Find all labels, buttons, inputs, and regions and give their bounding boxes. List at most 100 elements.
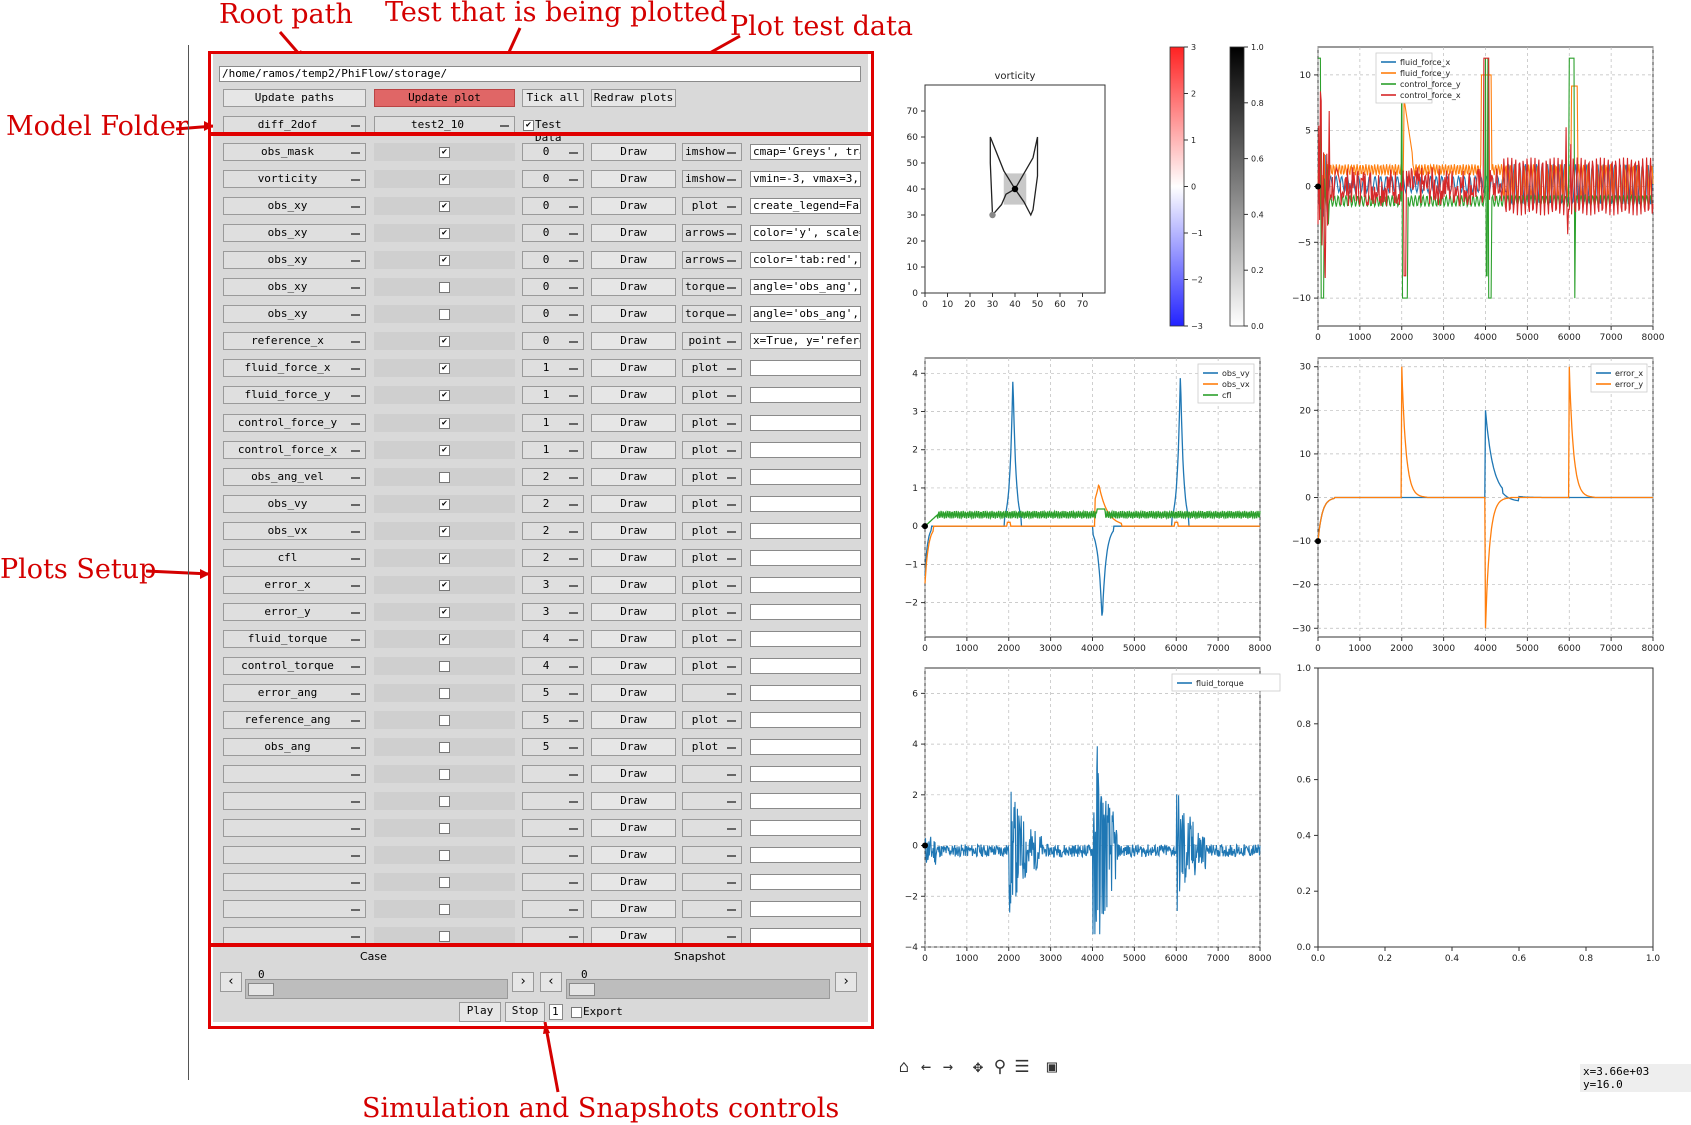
forward-icon[interactable]: → [938,1057,958,1077]
y-tick-label: −1 [905,560,918,570]
y-tick-label: 0.4 [1297,831,1312,841]
colorbar-tick-label: 0.4 [1251,210,1264,219]
colorbar-tick-label: 2 [1191,90,1196,99]
y-tick-label: 10 [907,263,919,273]
legend-label: control_force_y [1400,80,1461,89]
window-divider [188,45,189,1080]
y-tick-label: 20 [1300,406,1312,416]
highlight-top [208,51,874,135]
x-tick-label: 20 [964,300,976,310]
x-tick-label: 4000 [1474,644,1497,654]
y-tick-label: 20 [907,237,919,247]
x-tick-label: 4000 [1081,954,1104,964]
x-tick-label: 0 [1315,333,1321,343]
colorbar-tick-label: 0 [1191,183,1196,192]
axes-frame [1317,667,1654,948]
y-tick-label: 3 [912,408,918,418]
y-tick-label: −10 [1292,537,1311,547]
x-tick-label: 8000 [1642,644,1665,654]
y-tick-label: 0 [912,842,918,852]
x-tick-label: 1000 [1348,333,1371,343]
x-tick-label: 3000 [1039,644,1062,654]
x-tick-label: 0 [922,644,928,654]
y-tick-label: −2 [905,892,918,902]
y-tick-label: 4 [912,369,918,379]
legend-label: error_y [1615,380,1643,389]
x-tick-label: 1000 [955,644,978,654]
x-tick-label: 5000 [1123,644,1146,654]
save-icon[interactable]: ▣ [1042,1057,1062,1077]
x-tick-label: 50 [1032,300,1044,310]
y-tick-label: −10 [1292,294,1311,304]
colorbar-tick-label: 0.6 [1251,155,1264,164]
plot-figure[interactable]: vorticity0 10 20 30 40 50 60 700102030405060703… [880,40,1691,1040]
marker-point [1315,183,1321,190]
y-tick-label: 60 [907,133,919,143]
colorbar-tick-label: −3 [1191,322,1203,331]
y-tick-label: 30 [1300,363,1312,373]
colorbar [1169,46,1185,327]
configure-icon[interactable]: ☰ [1012,1057,1032,1077]
legend-label: fluid_force_x [1400,58,1451,67]
colorbar-tick-label: −1 [1191,229,1203,238]
x-tick-label: 1.0 [1646,954,1661,964]
x-tick-label: 5000 [1123,954,1146,964]
y-tick-label: 1.0 [1297,664,1312,674]
x-tick-label: 4000 [1474,333,1497,343]
y-tick-label: 40 [907,185,919,195]
y-tick-label: 10 [1300,450,1312,460]
x-tick-label: 0.0 [1311,954,1326,964]
x-tick-label: 6000 [1558,644,1581,654]
x-tick-label: 5000 [1516,333,1539,343]
forces-axes: 0 1000 2000 3000 4000 5000 6000 7000 8000 10 5 0 −5 −… [1292,46,1665,343]
x-tick-label: 60 [1054,300,1066,310]
back-icon[interactable]: ← [916,1057,936,1077]
x-tick-label: 0.2 [1378,954,1392,964]
x-tick-label: 8000 [1642,333,1665,343]
x-tick-label: 7000 [1207,644,1230,654]
colorbar-tick-label: 0.8 [1251,99,1264,108]
x-tick-label: 6000 [1558,333,1581,343]
torque-axes: 0 1000 2000 3000 4000 5000 6000 7000 8000 6 4 2 0 −2 −… [905,667,1281,964]
y-tick-label: 2 [912,446,918,456]
colorbar-tick-label: 0.2 [1251,266,1264,275]
x-tick-label: 0 [922,954,928,964]
pan-icon[interactable]: ✥ [968,1057,988,1077]
y-tick-label: −5 [1298,238,1311,248]
y-tick-label: 5 [1305,127,1311,137]
x-tick-label: 1000 [1348,644,1371,654]
highlight-controls [208,944,874,1029]
y-tick-label: −30 [1292,624,1311,634]
marker-point [922,523,928,530]
zoom-icon[interactable]: ⚲ [990,1057,1010,1077]
x-tick-label: 7000 [1600,644,1623,654]
legend-label: obs_vx [1222,380,1250,389]
y-tick-label: 30 [907,211,919,221]
y-tick-label: −2 [905,599,918,609]
x-tick-label: 3000 [1039,954,1062,964]
chart-title: vorticity [995,71,1036,82]
x-tick-label: 7000 [1600,333,1623,343]
legend-label: fluid_torque [1196,679,1244,688]
x-tick-label: 6000 [1165,954,1188,964]
legend-label: error_x [1615,369,1643,378]
x-tick-label: 70 [1077,300,1089,310]
x-tick-label: 8000 [1249,954,1272,964]
legend-label: obs_vy [1222,369,1250,378]
home-icon[interactable]: ⌂ [894,1057,914,1077]
y-tick-label: 50 [907,159,919,169]
x-tick-label: 3000 [1432,333,1455,343]
marker-point [922,842,928,849]
y-tick-label: 70 [907,107,919,117]
y-tick-label: 6 [912,689,918,699]
x-tick-label: 2000 [997,954,1020,964]
x-tick-label: 0.6 [1512,954,1527,964]
x-tick-label: 5000 [1516,644,1539,654]
coordinate-readout: x=3.66e+03 y=16.0 [1580,1064,1691,1092]
x-tick-label: 30 [987,300,999,310]
empty-axes: 0.0 0.2 0.4 0.6 0.8 1.0 1.0 0.8 0.6 0.4 0.2 0.0 [1297,664,1661,964]
y-tick-label: 0.0 [1297,943,1312,953]
colorbar-tick-label: 1 [1191,136,1196,145]
x-tick-label: 40 [1009,300,1021,310]
x-tick-label: 8000 [1249,644,1272,654]
